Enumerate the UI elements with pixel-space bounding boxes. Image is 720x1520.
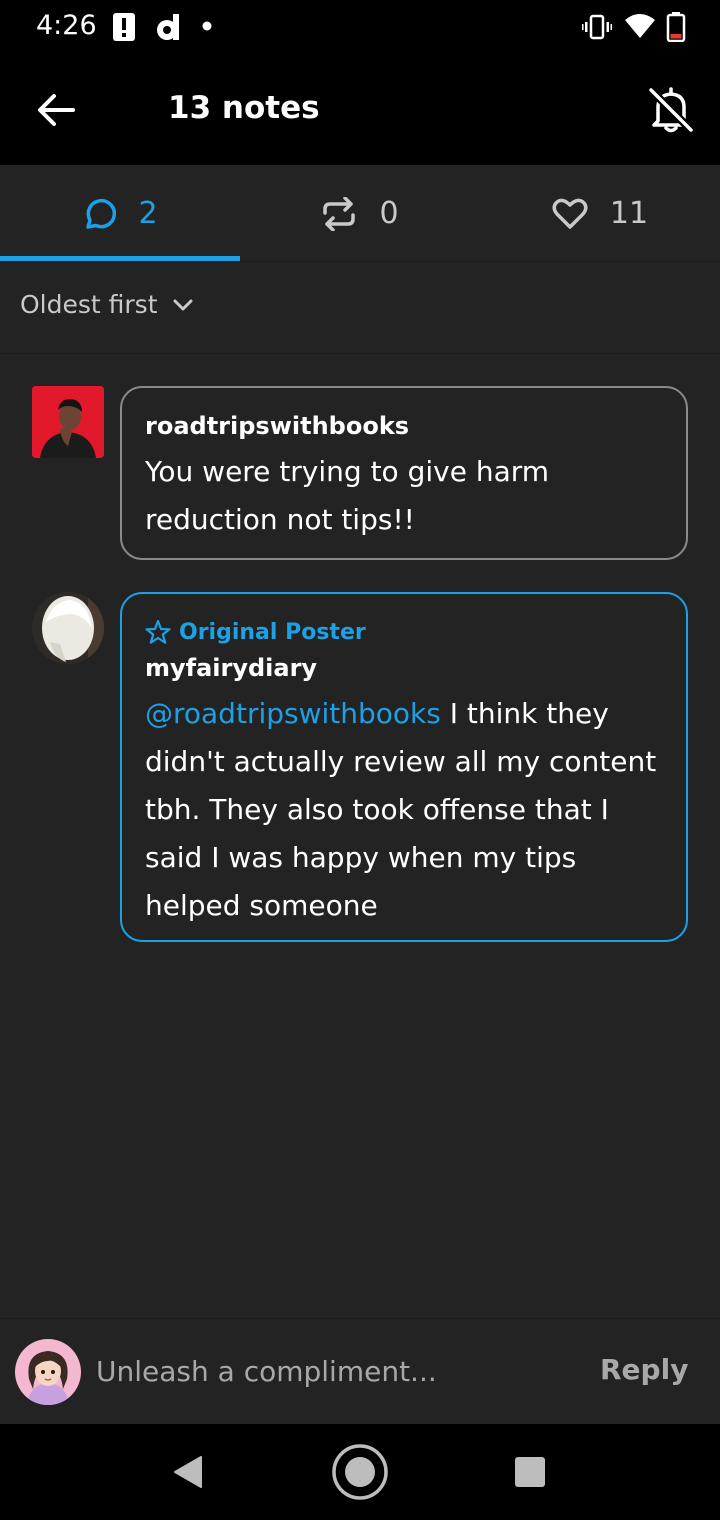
sort-row: Oldest first	[0, 262, 720, 354]
comment-text: @roadtripswithbooks I think they didn't …	[145, 690, 664, 930]
reblog-icon	[323, 196, 356, 231]
nav-back-button[interactable]	[156, 1440, 220, 1504]
sort-label: Oldest first	[20, 290, 158, 319]
mention-link[interactable]: @roadtripswithbooks	[145, 697, 441, 730]
original-poster-label: Original Poster	[179, 619, 366, 645]
arrow-left-icon	[38, 94, 75, 126]
avatar[interactable]	[32, 592, 104, 664]
system-nav-bar	[0, 1424, 720, 1520]
app-bar: 13 notes	[0, 52, 720, 165]
vibrate-icon	[582, 14, 612, 40]
star-icon	[145, 619, 171, 644]
alert-icon	[113, 13, 135, 41]
notes-tabs: 2 0 11	[0, 165, 720, 262]
avatar-image	[32, 592, 104, 664]
reply-button[interactable]: Reply	[600, 1353, 688, 1386]
wifi-icon	[625, 14, 655, 38]
original-poster-badge: Original Poster	[145, 614, 664, 650]
comment-username[interactable]: myfairydiary	[145, 650, 664, 686]
tab-reblogs[interactable]: 0	[240, 165, 480, 262]
comment-bubble: roadtripswithbooks You were trying to gi…	[120, 386, 688, 560]
tab-reblogs-count: 0	[379, 196, 399, 231]
active-tab-indicator	[0, 256, 240, 261]
status-bar: 4:26	[0, 0, 720, 52]
nav-recents-button[interactable]	[498, 1440, 562, 1504]
back-button[interactable]	[30, 86, 82, 134]
tab-likes-count: 11	[609, 196, 649, 231]
status-time: 4:26	[36, 10, 97, 41]
sort-dropdown[interactable]: Oldest first	[20, 290, 194, 319]
tab-comments-count: 2	[138, 196, 158, 231]
avatar-image	[15, 1339, 81, 1405]
page-title: 13 notes	[168, 90, 320, 126]
comment-username[interactable]: roadtripswithbooks	[145, 408, 664, 444]
battery-icon	[666, 12, 686, 42]
nav-home-button[interactable]	[328, 1440, 392, 1504]
comment-body: I think they didn't actually review all …	[145, 697, 657, 922]
avatar[interactable]	[32, 386, 104, 458]
home-circle-icon	[332, 1444, 388, 1500]
tab-comments[interactable]: 2	[0, 165, 240, 262]
reply-input[interactable]	[96, 1347, 576, 1395]
comment-text: You were trying to give harm reduction n…	[145, 455, 550, 536]
notifications-toggle-button[interactable]	[640, 82, 702, 138]
comment-bubble: Original Poster myfairydiary @roadtripsw…	[120, 592, 688, 942]
comment-icon	[86, 198, 117, 229]
heart-icon	[552, 198, 588, 229]
d-app-icon	[157, 14, 179, 40]
avatar-image	[32, 386, 104, 458]
square-recents-icon	[515, 1457, 545, 1487]
dot-icon	[202, 21, 212, 31]
chevron-down-icon	[173, 299, 192, 310]
reply-bar: Reply	[0, 1318, 720, 1424]
tab-likes[interactable]: 11	[480, 165, 720, 262]
current-user-avatar	[15, 1339, 81, 1405]
triangle-back-icon	[174, 1456, 202, 1488]
bell-off-icon	[648, 87, 694, 133]
